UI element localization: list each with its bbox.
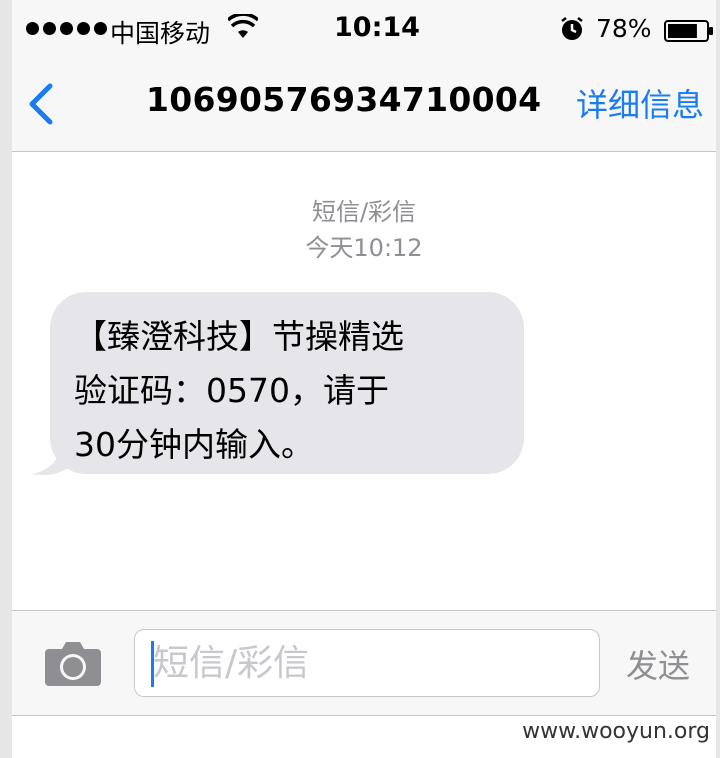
- message-timestamp: 今天10:12: [305, 234, 423, 262]
- message-input[interactable]: [153, 636, 583, 690]
- camera-icon[interactable]: [44, 641, 102, 687]
- watermark: www.wooyun.org: [522, 719, 710, 744]
- alarm-icon: [561, 17, 583, 40]
- conversation-area: 短信/彩信 今天10:12 【臻澄科技】节操精选 验证码：0570，请于 30分…: [12, 152, 716, 610]
- message-input-field[interactable]: [134, 629, 600, 697]
- message-text: 【臻澄科技】节操精选 验证码：0570，请于 30分钟内输入。: [74, 317, 404, 464]
- screen-frame-right: [716, 0, 720, 758]
- screen-frame-left: [0, 0, 12, 758]
- battery-icon: [664, 20, 713, 42]
- message-type-label: 短信/彩信: [311, 198, 417, 226]
- details-button[interactable]: 详细信息: [576, 80, 704, 126]
- contact-number-title: 10690576934710004: [146, 80, 542, 119]
- message-input-bar: 发送: [12, 610, 716, 716]
- carrier-name: 中国移动: [110, 19, 211, 48]
- battery-percent: 78%: [596, 14, 652, 43]
- status-time: 10:14: [334, 12, 420, 43]
- incoming-message-bubble[interactable]: 【臻澄科技】节操精选 验证码：0570，请于 30分钟内输入。: [50, 292, 524, 474]
- signal-dots-icon: [26, 22, 107, 35]
- navigation-bar: 10690576934710004 详细信息: [12, 62, 716, 152]
- status-bar: 中国移动 10:14 78%: [12, 0, 716, 62]
- wifi-icon: [228, 14, 258, 38]
- chevron-left-icon[interactable]: [22, 80, 62, 128]
- send-button[interactable]: 发送: [626, 641, 690, 687]
